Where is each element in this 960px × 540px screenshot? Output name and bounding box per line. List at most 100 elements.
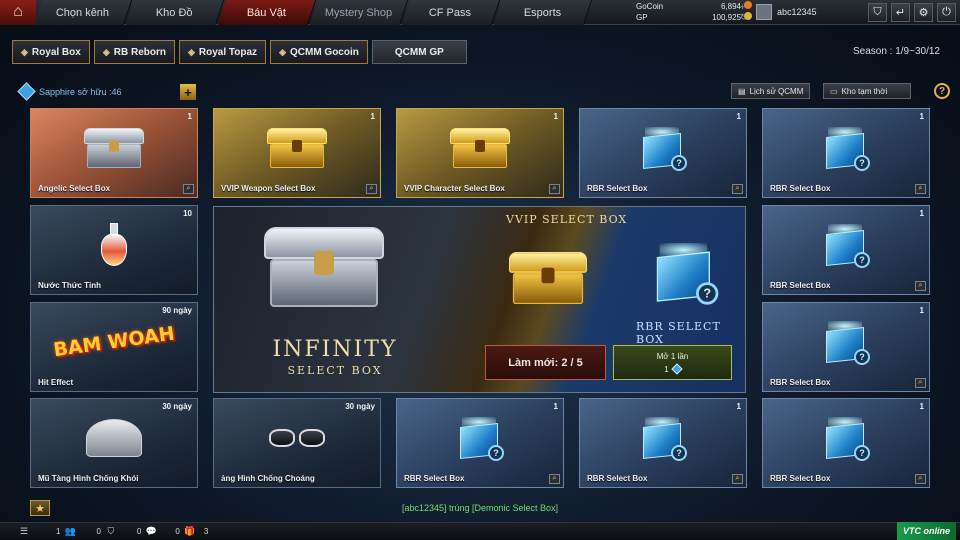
vvip-select-box-label: VVIP SELECT BOX: [506, 213, 628, 226]
sapphire-icon: [671, 363, 683, 375]
item-count: 30 ngày: [162, 402, 192, 411]
item-count: 1: [370, 112, 375, 121]
gear-icon[interactable]: ⚙: [914, 3, 933, 22]
magnifier-icon[interactable]: ⌕: [183, 184, 194, 194]
item-card[interactable]: ? 1 RBR Select Box ⌕: [396, 398, 564, 488]
history-button[interactable]: ▤ Lịch sử QCMM: [731, 83, 811, 99]
sub-tabs: ◈ Royal Box ◈ RB Reborn ◈ Royal Topaz ◈ QCMM…: [12, 40, 467, 64]
item-card[interactable]: 1 Angelic Select Box ⌕: [30, 108, 198, 198]
item-card[interactable]: ? 1 RBR Select Box ⌕: [762, 108, 930, 198]
item-name: RBR Select Box: [770, 378, 831, 387]
item-card[interactable]: BAM WOAH 90 ngày Hit Effect: [30, 302, 198, 392]
friends-count[interactable]: 1 👥: [56, 526, 77, 537]
item-card[interactable]: 1 VVIP Weapon Select Box ⌕: [213, 108, 381, 198]
currency-panel: GoCoin 6,894 GP 100,925: [636, 1, 752, 25]
user-box[interactable]: abc12345: [756, 2, 817, 22]
blue-box-icon: ?: [824, 223, 870, 268]
item-count: 30 ngày: [345, 402, 375, 411]
magnifier-icon[interactable]: ⌕: [549, 474, 560, 484]
back-icon[interactable]: ↵: [891, 3, 910, 22]
item-name: RBR Select Box: [770, 184, 831, 193]
tab-mystery-shop[interactable]: Mystery Shop: [309, 0, 409, 25]
item-count: 1: [736, 112, 741, 121]
shield-icon[interactable]: ⛉: [868, 3, 887, 22]
magnifier-icon[interactable]: ⌕: [915, 281, 926, 291]
sapphire-icon: [17, 82, 36, 101]
featured-banner: INFINITY SELECT BOX VVIP SELECT BOX ? RB…: [213, 206, 746, 393]
alert-count[interactable]: 3: [204, 527, 208, 536]
bottom-status-bar: ☰ 1 👥 0 ⛉ 0 💬 0 🎁 3: [0, 522, 960, 540]
item-card[interactable]: ? 1 RBR Select Box ⌕: [762, 205, 930, 295]
gp-label: GP: [636, 13, 648, 22]
item-card[interactable]: 30 ngày ảng Hình Chống Choáng: [213, 398, 381, 488]
menu-icon: ☰: [19, 526, 29, 536]
chat-count[interactable]: 0 💬: [137, 526, 157, 537]
refresh-button[interactable]: Làm mới: 2 / 5: [485, 345, 606, 380]
item-count: 1: [187, 112, 192, 121]
magnifier-icon[interactable]: ⌕: [549, 184, 560, 194]
refresh-currency-icon[interactable]: ↻: [740, 12, 748, 22]
magnifier-icon[interactable]: ⌕: [915, 378, 926, 388]
gift-value: 0: [175, 527, 180, 536]
history-label: Lịch sử QCMM: [749, 86, 804, 96]
power-icon[interactable]: ⏻: [937, 3, 956, 22]
alert-value: 3: [203, 527, 209, 536]
home-icon[interactable]: ⌂: [0, 0, 36, 25]
add-sapphire-button[interactable]: +: [180, 84, 196, 100]
subtab-qcmm-gocoin[interactable]: ◈ QCMM Gocoin: [270, 40, 368, 64]
avatar: [756, 4, 772, 20]
help-icon[interactable]: ?: [934, 83, 950, 99]
hit-effect-art: BAM WOAH: [52, 322, 176, 362]
tab-kho-do[interactable]: Kho Đồ: [125, 0, 225, 25]
tab-bau-vat[interactable]: Báu Vật: [217, 0, 317, 25]
open-once-button[interactable]: Mở 1 lần 1: [613, 345, 732, 380]
clan-count[interactable]: 0 ⛉: [96, 526, 116, 537]
rbr-box-icon: ?: [654, 243, 719, 305]
blue-box-icon: ?: [641, 126, 687, 171]
magnifier-icon[interactable]: ⌕: [366, 184, 377, 194]
item-name: VVIP Weapon Select Box: [221, 184, 316, 193]
magnifier-icon[interactable]: ⌕: [915, 474, 926, 484]
tab-label: Esports: [523, 6, 562, 18]
box-icon: ◈: [21, 46, 28, 57]
open-label: Mở 1 lần: [656, 351, 689, 361]
hit-effect-icon: BAM WOAH: [52, 322, 176, 361]
subtab-royal-box[interactable]: ◈ Royal Box: [12, 40, 90, 64]
magnifier-icon[interactable]: ⌕: [732, 474, 743, 484]
add-currency-icon[interactable]: +: [740, 2, 748, 12]
tab-esports[interactable]: Esports: [493, 0, 593, 25]
subtab-qcmm-gp[interactable]: QCMM GP: [371, 40, 467, 64]
gift-count[interactable]: 0 🎁: [175, 526, 196, 537]
item-card[interactable]: ? 1 RBR Select Box ⌕: [762, 302, 930, 392]
sapphire-label: Sapphire sở hữu :46: [39, 86, 122, 97]
gift-icon: 🎁: [184, 526, 196, 536]
refresh-label: Làm mới: 2 / 5: [508, 356, 583, 369]
item-card[interactable]: 10 Nước Thức Tỉnh: [30, 205, 198, 295]
menu-item[interactable]: ☰: [18, 526, 30, 537]
gold-chest-icon: [450, 127, 510, 168]
storage-button[interactable]: ▭ Kho tạm thời: [823, 83, 911, 99]
tab-label: Chọn kênh: [55, 6, 110, 18]
subtab-rb-reborn[interactable]: ◈ RB Reborn: [93, 40, 175, 64]
tab-chon-kenh[interactable]: Chọn kênh: [33, 0, 133, 25]
item-card[interactable]: ? 1 RBR Select Box ⌕: [579, 108, 747, 198]
magnifier-icon[interactable]: ⌕: [915, 184, 926, 194]
item-count: 1: [553, 402, 558, 411]
item-card[interactable]: 1 VVIP Character Select Box ⌕: [396, 108, 564, 198]
blue-box-icon: ?: [824, 416, 870, 461]
win-notice: [abc12345] trúng [Demonic Select Box]: [401, 503, 559, 513]
item-card[interactable]: ? 1 RBR Select Box ⌕: [762, 398, 930, 488]
item-card[interactable]: ? 1 RBR Select Box ⌕: [579, 398, 747, 488]
magnifier-icon[interactable]: ⌕: [732, 184, 743, 194]
vtc-online-logo: VTC online: [897, 522, 956, 540]
friends-icon: 👥: [64, 526, 77, 536]
item-count: 1: [553, 112, 558, 121]
top-right-icons: ⛉ ↵ ⚙ ⏻: [868, 3, 956, 22]
tab-cf-pass[interactable]: CF Pass: [401, 0, 501, 25]
item-name: Nước Thức Tỉnh: [38, 281, 102, 290]
sapphire-balance: Sapphire sở hữu :46: [17, 82, 122, 101]
friends-value: 1: [56, 527, 61, 536]
vvip-chest-icon: [509, 252, 587, 304]
item-card[interactable]: 30 ngày Mũ Tàng Hình Chống Khói: [30, 398, 198, 488]
subtab-royal-topaz[interactable]: ◈ Royal Topaz: [178, 40, 267, 64]
